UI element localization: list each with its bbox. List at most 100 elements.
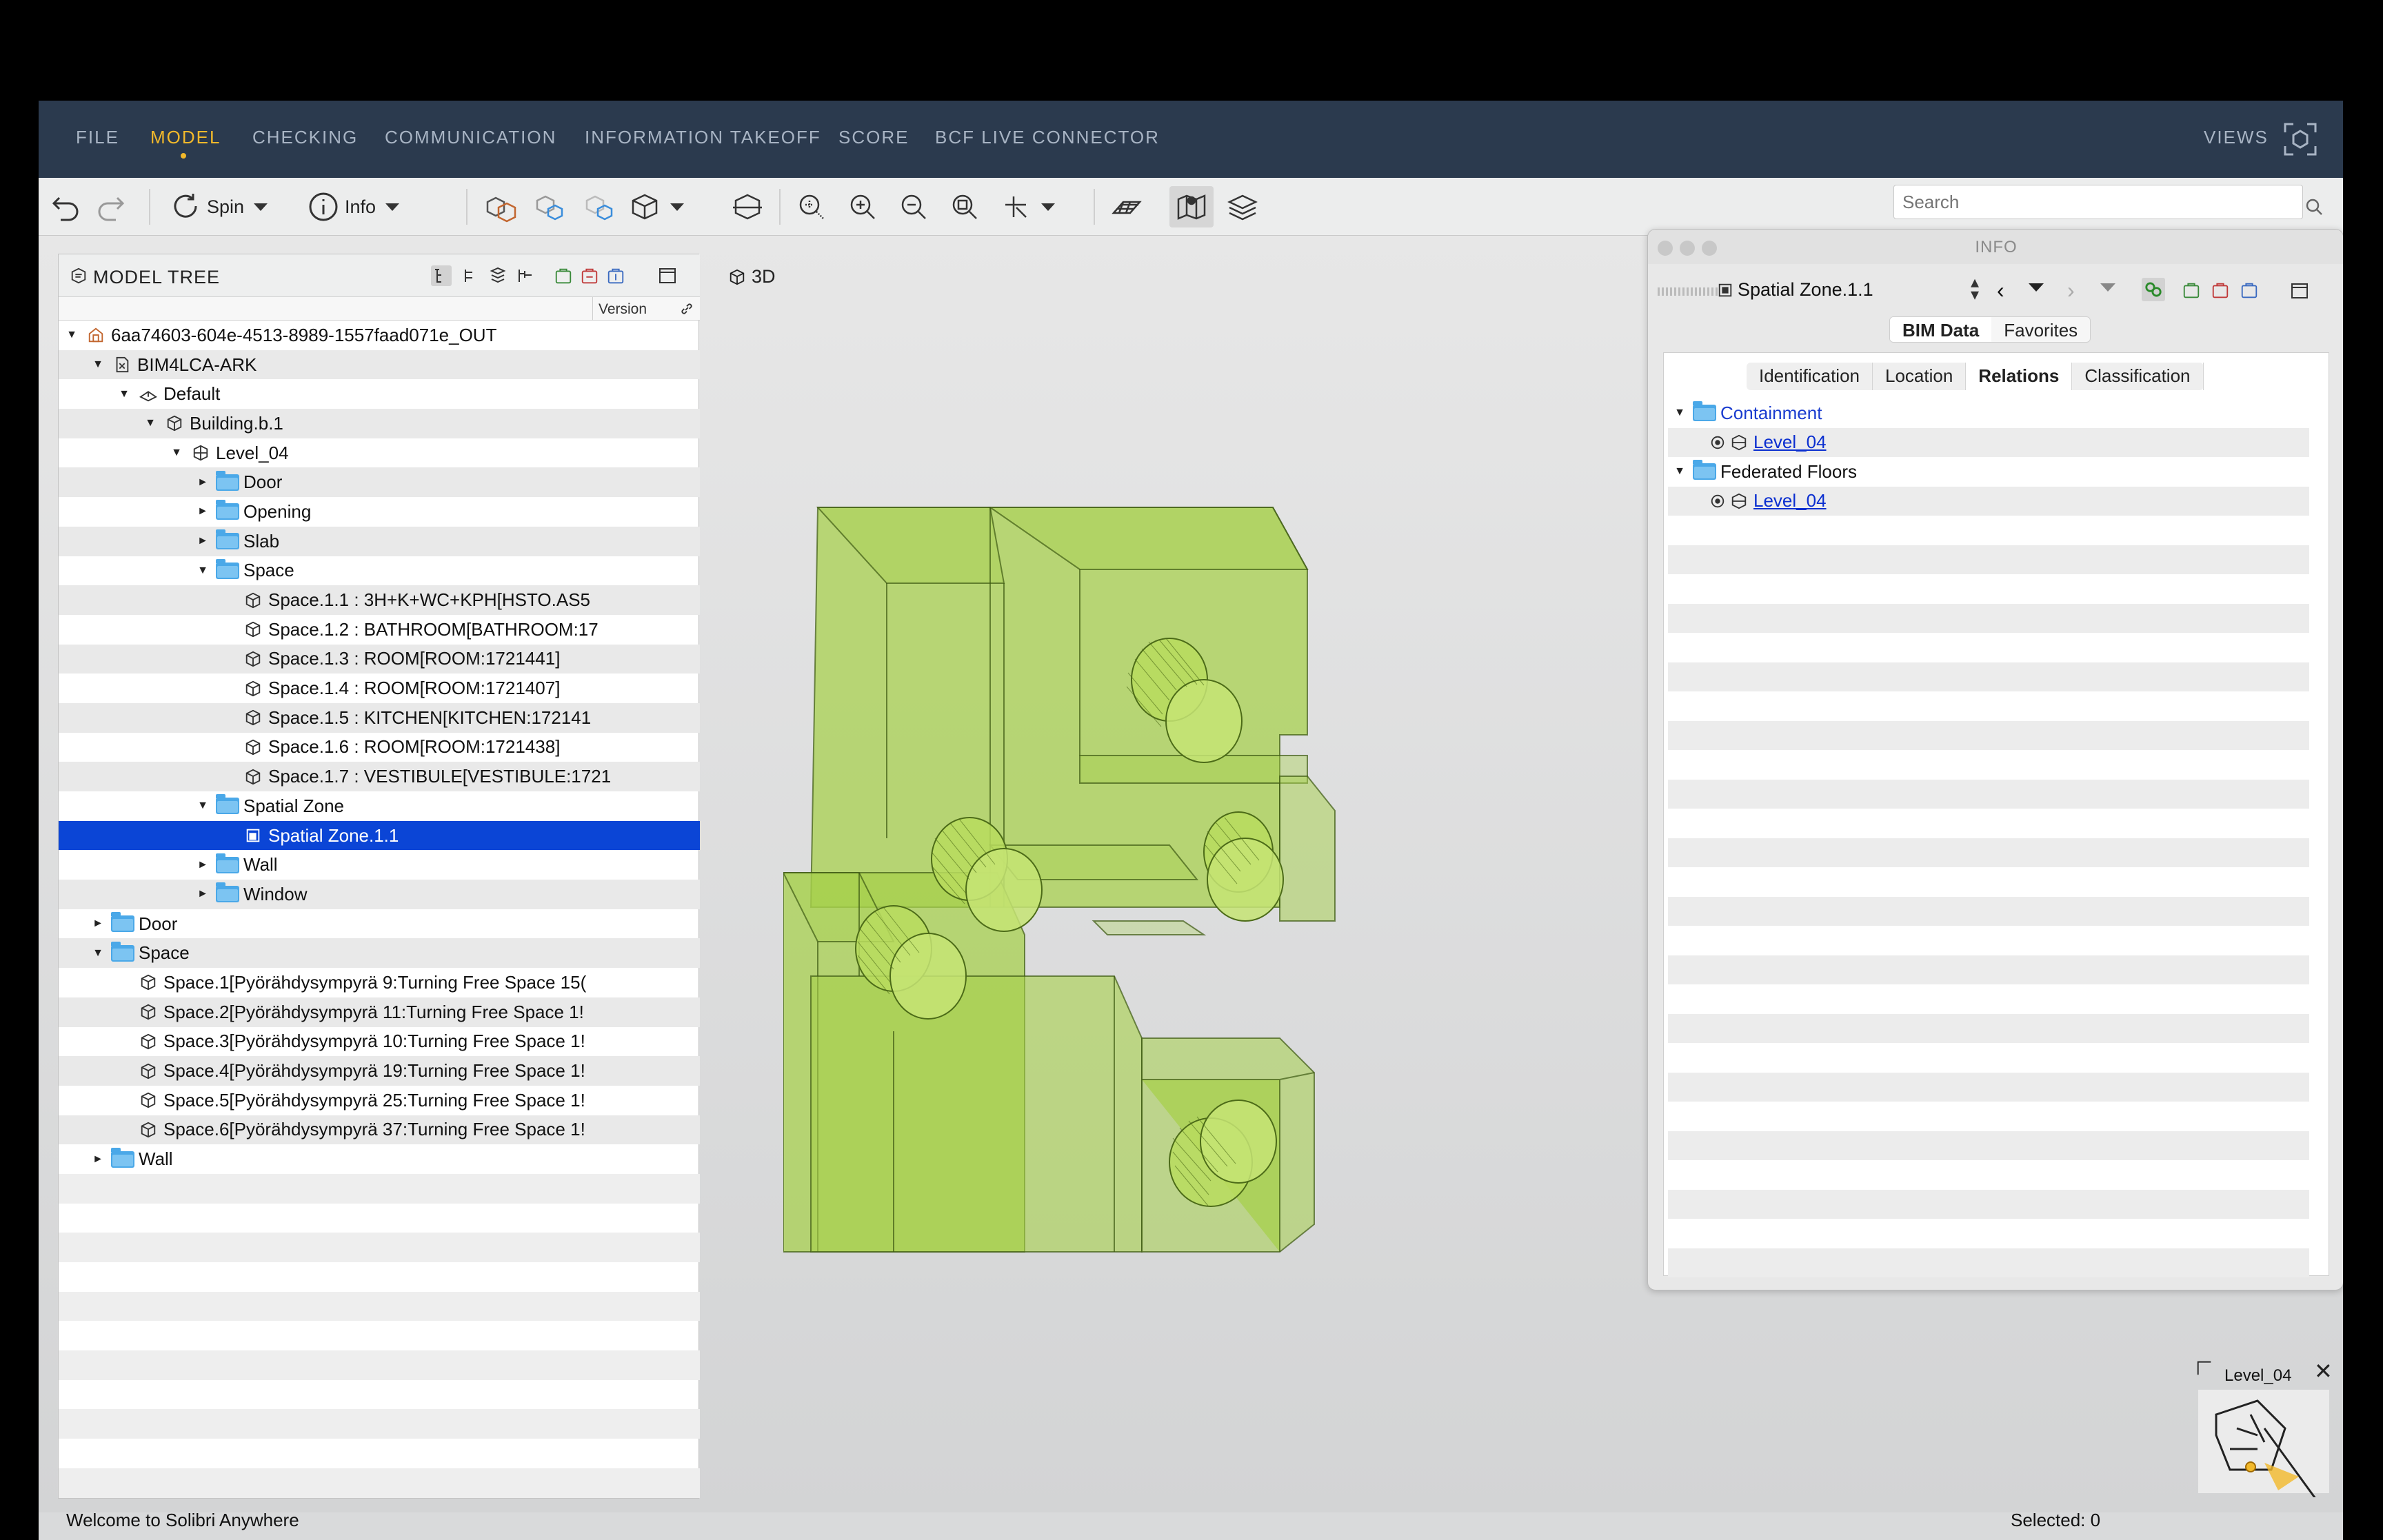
remove-from-basket-icon[interactable]: [2211, 281, 2230, 300]
chevron-down-icon[interactable]: [1041, 203, 1055, 211]
tree-row[interactable]: Space.3[Pyörähdysympyrä 10:Turning Free …: [59, 1027, 700, 1057]
tree-row[interactable]: Space.1.5 : KITCHEN[KITCHEN:172141: [59, 702, 700, 733]
tree-row[interactable]: ► Opening: [59, 497, 700, 527]
expand-toggle-icon[interactable]: ►: [195, 476, 210, 489]
tree-row[interactable]: Space.6[Pyörähdysympyrä 37:Turning Free …: [59, 1115, 700, 1145]
expand-toggle-icon[interactable]: ►: [195, 505, 210, 518]
tree-by-type-icon[interactable]: [460, 265, 481, 286]
locate-icon[interactable]: [1709, 434, 1726, 451]
tree-row[interactable]: ▼ Spatial Zone: [59, 791, 700, 821]
tree-row[interactable]: ► Door: [59, 909, 700, 939]
relation-link[interactable]: Level_04: [1753, 432, 1827, 453]
tree-row[interactable]: ► Window: [59, 880, 700, 909]
expand-toggle-icon[interactable]: ►: [195, 535, 210, 547]
tree-row[interactable]: ► Slab: [59, 526, 700, 556]
tree-row[interactable]: ▼ BIM4LCA-ARK: [59, 349, 700, 380]
tab-favorites[interactable]: Favorites: [1991, 317, 2090, 342]
maximize-panel-icon[interactable]: [657, 265, 678, 286]
tree-by-floor-icon[interactable]: [487, 265, 508, 286]
set-basket-icon[interactable]: [2240, 281, 2259, 300]
tab-bim-data[interactable]: BIM Data: [1890, 317, 1992, 342]
menu-model[interactable]: MODEL: [150, 127, 221, 148]
menu-communication[interactable]: COMMUNICATION: [385, 127, 556, 148]
relation-group-containment[interactable]: ▼ Containment: [1668, 398, 2309, 428]
set-basket-icon[interactable]: [606, 266, 625, 285]
spin-button[interactable]: Spin: [170, 190, 268, 223]
sort-stepper-icon[interactable]: ▴ ▾: [1971, 274, 1979, 303]
menu-checking[interactable]: CHECKING: [252, 127, 358, 148]
menu-bcf-live-connector[interactable]: BCF LIVE CONNECTOR: [935, 127, 1160, 148]
relation-link[interactable]: Level_04: [1753, 490, 1827, 511]
expand-toggle-icon[interactable]: ▼: [143, 417, 158, 429]
tree-row[interactable]: Space.1.1 : 3H+K+WC+KPH[HSTO.AS5: [59, 585, 700, 615]
chevron-down-icon[interactable]: [385, 203, 400, 211]
next-icon[interactable]: ›: [2067, 278, 2075, 303]
tree-row[interactable]: Space.1.4 : ROOM[ROOM:1721407]: [59, 673, 700, 703]
info-button[interactable]: Info: [308, 190, 400, 223]
tree-row-selected[interactable]: Spatial Zone.1.1: [59, 820, 700, 851]
hide-icon[interactable]: [579, 190, 621, 223]
zoom-in-icon[interactable]: [845, 190, 880, 223]
pan-tool-button[interactable]: [1000, 190, 1055, 223]
menu-file[interactable]: FILE: [76, 127, 119, 148]
drag-handle[interactable]: [1658, 287, 1720, 296]
floor-plan-icon[interactable]: [1106, 190, 1147, 223]
tree-row[interactable]: ► Wall: [59, 1144, 700, 1174]
menu-score[interactable]: SCORE: [838, 127, 909, 148]
tree-by-component-icon[interactable]: [515, 265, 536, 286]
tree-row[interactable]: Space.2[Pyörähdysympyrä 11:Turning Free …: [59, 997, 700, 1027]
expand-toggle-icon[interactable]: ►: [195, 859, 210, 871]
tab-classification[interactable]: Classification: [2072, 363, 2204, 390]
map-toggle-icon[interactable]: [1169, 186, 1214, 227]
tree-hierarchy-icon[interactable]: [431, 265, 452, 286]
redo-icon[interactable]: [94, 190, 128, 223]
tree-row[interactable]: ▼ Level_04: [59, 438, 700, 468]
view-cube-button[interactable]: [629, 190, 684, 223]
show-selected-icon[interactable]: [530, 190, 571, 223]
expand-toggle-icon[interactable]: ▼: [90, 947, 105, 960]
tab-location[interactable]: Location: [1873, 363, 1967, 390]
expand-minimap-icon[interactable]: [2195, 1359, 2213, 1377]
version-column-header[interactable]: Version: [592, 297, 675, 321]
chevron-down-icon[interactable]: [254, 203, 268, 211]
undo-icon[interactable]: [48, 190, 83, 223]
relation-group-federated-floors[interactable]: ▼ Federated Floors: [1668, 457, 2309, 487]
zoom-selected-icon[interactable]: [947, 190, 982, 223]
chevron-down-icon[interactable]: [2029, 283, 2044, 292]
close-minimap-icon[interactable]: ✕: [2314, 1358, 2333, 1384]
tree-row[interactable]: Space.1.3 : ROOM[ROOM:1721441]: [59, 644, 700, 674]
sync-selection-icon[interactable]: [2142, 278, 2165, 301]
tree-row[interactable]: ► Wall: [59, 850, 700, 880]
expand-toggle-icon[interactable]: ▼: [1672, 407, 1687, 419]
expand-toggle-icon[interactable]: ▼: [64, 329, 79, 341]
tree-row[interactable]: ▼ 6aa74603-604e-4513-8989-1557faad071e_OU…: [59, 321, 700, 350]
zoom-out-icon[interactable]: [896, 190, 931, 223]
add-to-basket-icon[interactable]: [554, 266, 573, 285]
menu-views[interactable]: VIEWS: [2204, 127, 2269, 148]
add-to-basket-icon[interactable]: [2182, 281, 2201, 300]
tree-row[interactable]: ▼ Building.b.1: [59, 409, 700, 438]
expand-toggle-icon[interactable]: ▼: [195, 565, 210, 577]
tree-row[interactable]: Space.1.2 : BATHROOM[BATHROOM:17: [59, 615, 700, 645]
tree-row[interactable]: ▼ Space: [59, 556, 700, 586]
menu-information-takeoff[interactable]: INFORMATION TAKEOFF: [585, 127, 821, 148]
tree-row[interactable]: Space.5[Pyörähdysympyrä 25:Turning Free …: [59, 1086, 700, 1115]
tree-row[interactable]: ► Door: [59, 467, 700, 498]
maximize-panel-icon[interactable]: [2289, 281, 2310, 301]
expand-toggle-icon[interactable]: ▼: [1672, 465, 1687, 478]
expand-toggle-icon[interactable]: ▼: [195, 800, 210, 812]
fullscreen-icon[interactable]: [2282, 121, 2318, 157]
layers-icon[interactable]: [1222, 190, 1263, 223]
tree-row[interactable]: ▼ Default: [59, 379, 700, 409]
building-3d-model[interactable]: [783, 494, 1431, 1266]
zoom-fit-icon[interactable]: [794, 190, 829, 223]
chevron-down-icon[interactable]: [670, 203, 684, 211]
search-input[interactable]: [1893, 185, 2303, 219]
expand-toggle-icon[interactable]: ▼: [90, 358, 105, 371]
relation-item[interactable]: Level_04: [1668, 486, 2309, 516]
tree-row[interactable]: Space.4[Pyörähdysympyrä 19:Turning Free …: [59, 1056, 700, 1086]
expand-toggle-icon[interactable]: ►: [195, 888, 210, 900]
tree-row[interactable]: Space.1.7 : VESTIBULE[VESTIBULE:1721: [59, 762, 700, 791]
tree-row[interactable]: Space.1.6 : ROOM[ROOM:1721438]: [59, 733, 700, 762]
minimap[interactable]: Level_04 ✕: [2195, 1359, 2333, 1497]
